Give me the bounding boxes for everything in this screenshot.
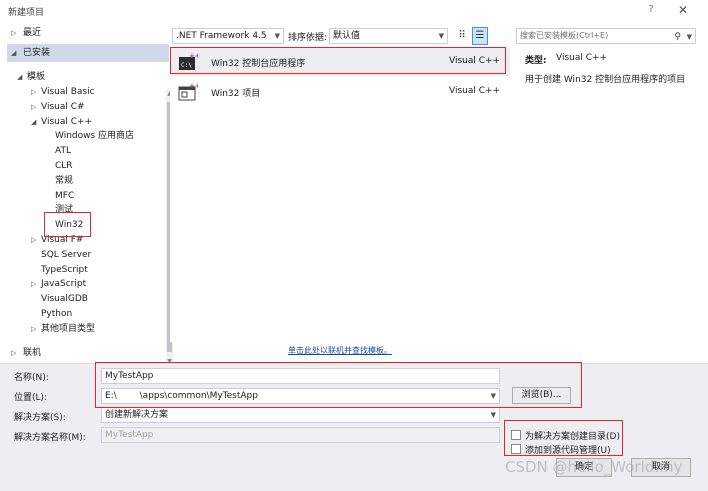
- solution-name-label: 解决方案名称(M):: [14, 433, 86, 443]
- expand-arrow-icon[interactable]: ▷: [31, 233, 39, 247]
- tree-item[interactable]: VisualGDB: [41, 292, 88, 306]
- tree-item[interactable]: Python: [41, 307, 72, 321]
- expand-arrow-icon[interactable]: ▷: [31, 322, 39, 336]
- collapse-arrow-icon: ◢: [11, 49, 17, 57]
- tree-item[interactable]: ▷ 其他项目类型: [31, 322, 96, 336]
- tree-item[interactable]: SQL Server: [41, 248, 91, 262]
- tree-item-label: Visual C#: [41, 101, 85, 112]
- tree-item-label: MFC: [55, 190, 75, 201]
- tree-item-label: JavaScript: [41, 279, 87, 290]
- solution-name-value: MyTestApp: [105, 430, 154, 440]
- template-name: Win32 项目: [211, 89, 261, 99]
- tree-item-templates[interactable]: ◢ 模板: [17, 70, 46, 84]
- online-templates-link[interactable]: 单击此处以联机并查找模板。: [288, 345, 392, 356]
- list-view-icon[interactable]: ☰: [472, 27, 488, 45]
- close-button[interactable]: ✕: [676, 3, 690, 17]
- section-online-label: 联机: [23, 348, 42, 358]
- template-language: Visual C++: [449, 86, 501, 96]
- search-dropdown-arrow-icon[interactable]: ▼: [687, 30, 692, 44]
- tree-item[interactable]: CLR: [55, 159, 73, 173]
- tree-item[interactable]: ▷ JavaScript: [31, 277, 87, 291]
- sort-value: 默认值: [333, 31, 361, 41]
- tree-item-label: SQL Server: [41, 249, 92, 260]
- search-input[interactable]: 搜索已安装模板(Ctrl+E) ⚲ ▼: [516, 28, 696, 44]
- tree-item[interactable]: ◢ Visual C++: [31, 115, 93, 129]
- dropdown-arrow-icon: ▼: [274, 32, 280, 40]
- expand-arrow-icon: ▷: [11, 349, 17, 357]
- sort-label: 排序依据:: [288, 33, 328, 43]
- expand-arrow-icon[interactable]: ▷: [31, 85, 39, 99]
- tree-item-label: 模板: [27, 72, 46, 82]
- tree-item-label: ATL: [55, 146, 71, 157]
- tree-item[interactable]: ATL: [55, 144, 71, 158]
- search-placeholder: 搜索已安装模板(Ctrl+E): [520, 31, 609, 40]
- template-list: C:\ ++ Win32 控制台应用程序 Visual C++ ++ Win32…: [170, 46, 510, 342]
- section-online[interactable]: ▷ 联机: [7, 343, 169, 363]
- collapse-arrow-icon[interactable]: ◢: [31, 115, 39, 129]
- annotation-box-win32: [44, 212, 91, 237]
- solution-label: 解决方案(S):: [14, 413, 66, 423]
- sort-dropdown[interactable]: 默认值 ▼: [329, 28, 448, 44]
- info-type-label: 类型:: [525, 56, 547, 66]
- annotation-box-name-location: [95, 362, 582, 408]
- help-button[interactable]: ?: [644, 4, 658, 18]
- framework-value: .NET Framework 4.5: [176, 31, 267, 41]
- collapse-arrow-icon: ◢: [17, 73, 23, 81]
- win32-project-icon: ++: [178, 82, 198, 101]
- location-label: 位置(L):: [14, 393, 48, 403]
- window-title: 新建项目: [8, 8, 45, 18]
- tree-item-label: CLR: [55, 161, 73, 171]
- dropdown-arrow-icon: ▼: [438, 32, 444, 40]
- title-bar: 新建项目 ? ✕: [0, 0, 708, 22]
- tree-item[interactable]: MFC: [55, 189, 74, 203]
- section-recent[interactable]: ▷ 最近: [7, 24, 169, 42]
- tree-item-label: 常规: [55, 175, 74, 186]
- name-label: 名称(N):: [14, 373, 49, 383]
- solution-name-input[interactable]: MyTestApp: [101, 427, 500, 443]
- tree-item-label: Visual C++: [41, 116, 93, 127]
- tree-item-label: VisualGDB: [41, 294, 88, 305]
- info-type-value: Visual C++: [556, 53, 608, 63]
- expand-arrow-icon: ▷: [11, 29, 17, 37]
- expand-arrow-icon[interactable]: ▷: [31, 100, 39, 114]
- section-installed-label: 已安装: [23, 48, 51, 58]
- info-description: 用于创建 Win32 控制台应用程序的项目: [525, 75, 686, 85]
- tree-item-label: Visual Basic: [41, 87, 95, 97]
- solution-dropdown[interactable]: 创建新解决方案 ▼: [101, 407, 500, 423]
- section-installed[interactable]: ◢ 已安装: [7, 44, 169, 62]
- tree-item[interactable]: Windows 应用商店: [55, 129, 134, 143]
- tree-item-label: TypeScript: [41, 264, 88, 275]
- section-recent-label: 最近: [23, 28, 42, 38]
- svg-text:++: ++: [189, 82, 198, 90]
- tree-item-label: Python: [41, 309, 73, 319]
- dropdown-arrow-icon: ▼: [490, 411, 496, 419]
- tree-item[interactable]: ▷ Visual C#: [31, 100, 85, 114]
- annotation-box-template: [170, 47, 506, 74]
- tree-item-label: Windows 应用商店: [55, 131, 135, 142]
- solution-value: 创建新解决方案: [105, 410, 169, 420]
- small-icons-view-icon[interactable]: ⠿: [454, 28, 470, 44]
- template-item-win32-project[interactable]: ++ Win32 项目 Visual C++: [170, 78, 510, 106]
- tree-item[interactable]: ▷ Visual Basic: [31, 85, 95, 99]
- template-category-tree: ▷ 最近 ◢ 已安装 ◢ 模板 ▷ Visual Basic ▷ Visual C# ◢…: [7, 24, 173, 370]
- watermark: CSDN @hello_World.my: [505, 458, 683, 476]
- annotation-box-checkboxes: [504, 420, 623, 456]
- tree-item[interactable]: TypeScript: [41, 263, 88, 277]
- tree-item-label: 其他项目类型: [41, 323, 96, 334]
- tree-item[interactable]: 常规: [55, 174, 73, 188]
- search-icon[interactable]: ⚲: [674, 30, 681, 44]
- framework-dropdown[interactable]: .NET Framework 4.5 ▼: [172, 28, 284, 44]
- expand-arrow-icon[interactable]: ▷: [31, 277, 39, 291]
